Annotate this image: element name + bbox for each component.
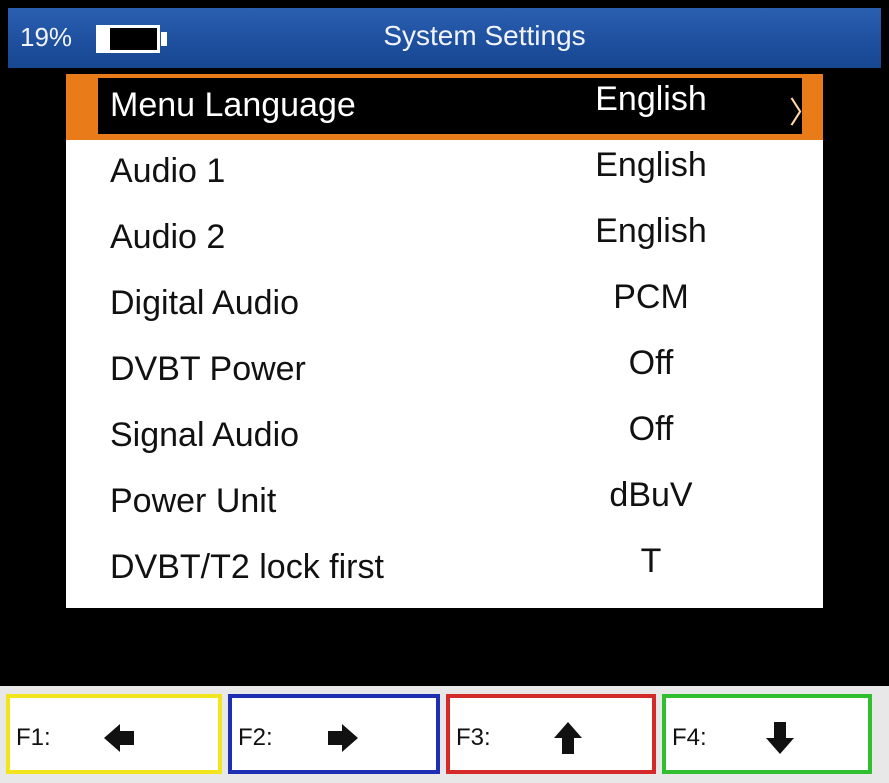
setting-value[interactable]: T — [536, 542, 766, 581]
settings-row-power-unit[interactable]: Power Unit dBuV — [66, 470, 823, 536]
arrow-left-icon — [104, 724, 134, 752]
settings-row-dvbt-power[interactable]: DVBT Power Off — [66, 338, 823, 404]
f4-label: F4: — [672, 724, 707, 751]
settings-panel: Menu Language English 〉 Audio 1 English … — [66, 74, 823, 608]
settings-row-menu-language[interactable]: Menu Language English 〉 — [66, 74, 823, 140]
arrow-right-icon — [328, 724, 358, 752]
setting-value[interactable]: Off — [536, 344, 766, 383]
settings-row-digital-audio[interactable]: Digital Audio PCM — [66, 272, 823, 338]
chevron-right-icon[interactable]: 〉 — [789, 88, 819, 132]
setting-value[interactable]: Off — [536, 410, 766, 449]
arrow-up-icon — [554, 722, 582, 754]
setting-value[interactable]: PCM — [536, 278, 766, 317]
f3-label: F3: — [456, 724, 491, 751]
settings-row-signal-audio[interactable]: Signal Audio Off — [66, 404, 823, 470]
setting-label: Power Unit — [110, 482, 277, 520]
setting-value[interactable]: English — [536, 146, 766, 185]
settings-row-audio-1[interactable]: Audio 1 English — [66, 140, 823, 206]
setting-label: Menu Language — [110, 86, 356, 124]
setting-label: DVBT Power — [110, 350, 306, 388]
function-key-bar: F1: F2: F3: F4: — [0, 686, 889, 783]
f3-up-button[interactable]: F3: — [446, 694, 656, 774]
setting-label: Audio 2 — [110, 218, 226, 256]
page-title: System Settings — [383, 20, 586, 51]
setting-label: DVBT/T2 lock first — [110, 548, 384, 586]
setting-value[interactable]: English — [536, 80, 766, 119]
arrow-down-icon — [766, 722, 794, 754]
f2-label: F2: — [238, 724, 273, 751]
setting-label: Signal Audio — [110, 416, 300, 454]
settings-row-audio-2[interactable]: Audio 2 English — [66, 206, 823, 272]
f1-label: F1: — [16, 724, 51, 751]
setting-value[interactable]: dBuV — [536, 476, 766, 515]
f1-left-button[interactable]: F1: — [6, 694, 222, 774]
f2-right-button[interactable]: F2: — [228, 694, 440, 774]
header-bar: 19% System Settings — [8, 8, 881, 68]
setting-label: Digital Audio — [110, 284, 300, 322]
setting-value[interactable]: English — [536, 212, 766, 251]
f4-down-button[interactable]: F4: — [662, 694, 872, 774]
setting-label: Audio 1 — [110, 152, 226, 190]
settings-row-dvbt-t2-lock-first[interactable]: DVBT/T2 lock first T — [66, 536, 823, 602]
screen: 19% System Settings Menu Language Englis… — [0, 0, 889, 783]
